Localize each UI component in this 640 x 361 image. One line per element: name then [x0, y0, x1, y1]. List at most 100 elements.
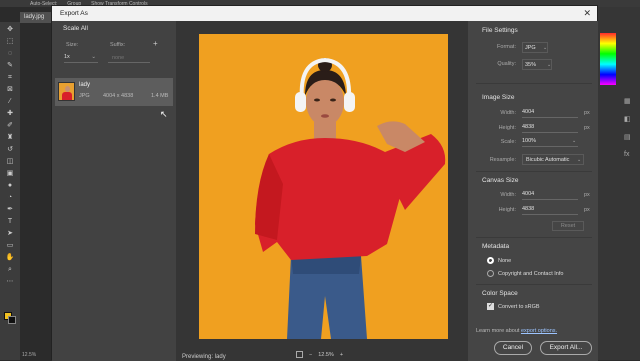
px-unit: px — [584, 207, 590, 213]
file-thumbnail — [58, 82, 75, 101]
size-value: 1x — [64, 54, 70, 60]
metadata-none-radio[interactable] — [487, 257, 494, 264]
tools-panel: ✥ ⬚ ◌ ✎ ⌗ ⊠ ⁄ ✚ ✐ ♜ ↺ ◫ ▣ ● ◔ ✒ T ➤ ▭ ✋ … — [0, 22, 20, 360]
learn-more-text: Learn more about export options. — [476, 328, 557, 334]
lasso-tool-icon[interactable]: ◌ — [5, 49, 16, 58]
panel-icon[interactable]: ▤ — [624, 133, 631, 141]
format-label: Format: — [497, 44, 516, 50]
image-width-input[interactable]: 4004 — [522, 109, 578, 118]
right-panels: ▦ ◧ ▤ fx — [598, 7, 640, 360]
chevron-down-icon: ⌄ — [91, 54, 96, 60]
chevron-down-icon: ⌄ — [547, 62, 552, 68]
chevron-down-icon: ⌄ — [577, 157, 582, 163]
preview-image — [199, 34, 448, 339]
preview-area: Previewing: lady − 12.5% + — [176, 21, 468, 361]
marquee-tool-icon[interactable]: ⬚ — [5, 37, 16, 46]
chevron-down-icon: ⌄ — [543, 45, 548, 51]
format-select[interactable]: JPG ⌄ — [522, 42, 548, 53]
file-name: lady — [79, 82, 91, 88]
px-unit: px — [584, 110, 590, 116]
file-settings-title: File Settings — [482, 27, 518, 34]
metadata-copyright-label: Copyright and Contact Info — [498, 271, 564, 277]
hand-tool-icon[interactable]: ✋ — [5, 253, 16, 262]
add-scale-icon[interactable]: + — [153, 39, 158, 48]
file-list-item[interactable]: lady JPG 4004 x 4838 1.4 MB — [55, 78, 173, 106]
quality-value: 35% — [525, 62, 537, 68]
color-space-title: Color Space — [482, 290, 518, 297]
cancel-button[interactable]: Cancel — [494, 341, 532, 355]
file-dimensions: 4004 x 4838 — [103, 93, 134, 99]
stamp-tool-icon[interactable]: ♜ — [5, 133, 16, 142]
scale-value: 100% — [522, 138, 537, 144]
export-all-button[interactable]: Export All... — [540, 341, 592, 355]
quick-select-tool-icon[interactable]: ✎ — [5, 61, 16, 70]
suffix-label: Suffix: — [110, 42, 126, 48]
px-unit: px — [584, 192, 590, 198]
zoom-out-icon[interactable]: − — [309, 352, 312, 358]
size-label: Size: — [66, 42, 79, 48]
panel-icon[interactable]: fx — [624, 151, 629, 158]
healing-tool-icon[interactable]: ✚ — [5, 109, 16, 118]
eyedropper-tool-icon[interactable]: ⁄ — [5, 97, 16, 106]
crop-tool-icon[interactable]: ⌗ — [5, 73, 16, 82]
settings-panel: File Settings Format: JPG ⌄ Quality: 35%… — [468, 21, 598, 361]
path-select-tool-icon[interactable]: ➤ — [5, 229, 16, 238]
panel-icon[interactable]: ▦ — [624, 97, 631, 105]
blur-tool-icon[interactable]: ● — [5, 181, 16, 190]
export-as-dialog: Export As ✕ Scale All Size: Suffix: + 1x… — [51, 5, 598, 361]
woman-photo — [199, 34, 448, 339]
type-tool-icon[interactable]: T — [5, 217, 16, 226]
export-options-link[interactable]: export options. — [521, 328, 557, 334]
format-value: JPG — [525, 45, 536, 51]
divider — [476, 284, 592, 285]
zoom-in-icon[interactable]: + — [340, 352, 343, 358]
image-size-title: Image Size — [482, 94, 515, 101]
dodge-tool-icon[interactable]: ◔ — [5, 193, 16, 202]
resample-select[interactable]: Bicubic Automatic ⌄ — [522, 154, 584, 165]
thumb-shirt — [62, 92, 72, 100]
gradient-tool-icon[interactable]: ▣ — [5, 169, 16, 178]
color-spectrum[interactable] — [600, 33, 616, 85]
close-icon[interactable]: ✕ — [583, 8, 591, 19]
learn-more-prefix: Learn more about — [476, 328, 520, 334]
brush-tool-icon[interactable]: ✐ — [5, 121, 16, 130]
quality-label: Quality: — [497, 61, 516, 67]
history-brush-icon[interactable]: ↺ — [5, 145, 16, 154]
width-label: Width: — [500, 192, 516, 198]
fit-to-screen-icon[interactable] — [296, 351, 303, 358]
width-label: Width: — [500, 110, 516, 116]
shape-tool-icon[interactable]: ▭ — [5, 241, 16, 250]
background-color-swatch[interactable] — [8, 316, 16, 324]
scale-all-label: Scale All — [63, 25, 88, 32]
panel-icon[interactable]: ◧ — [624, 115, 631, 123]
eraser-tool-icon[interactable]: ◫ — [5, 157, 16, 166]
file-format: JPG — [79, 93, 90, 99]
metadata-title: Metadata — [482, 243, 510, 250]
dialog-title: Export As — [52, 6, 597, 21]
resample-value: Bicubic Automatic — [526, 157, 570, 163]
divider — [476, 171, 592, 172]
suffix-input[interactable] — [108, 54, 150, 63]
move-tool-icon[interactable]: ✥ — [5, 25, 16, 34]
height-label: Height: — [498, 207, 516, 213]
canvas-height-input[interactable]: 4838 — [522, 206, 578, 215]
more-tools-icon[interactable]: ⋯ — [5, 277, 16, 286]
frame-tool-icon[interactable]: ⊠ — [5, 85, 16, 94]
reset-button[interactable]: Reset — [552, 221, 584, 231]
zoom-level[interactable]: 12.5% — [318, 352, 334, 358]
scale-label: Scale: — [500, 139, 516, 145]
convert-srgb-checkbox[interactable]: ✓ — [487, 303, 494, 310]
size-select[interactable]: 1x ⌄ — [64, 54, 98, 63]
quality-select[interactable]: 35% ⌄ — [522, 59, 552, 70]
convert-srgb-label: Convert to sRGB — [498, 304, 540, 310]
metadata-copyright-radio[interactable] — [487, 270, 494, 277]
divider — [476, 237, 592, 238]
assets-panel: Scale All Size: Suffix: + 1x ⌄ lady JPG … — [52, 21, 176, 361]
pen-tool-icon[interactable]: ✒ — [5, 205, 16, 214]
zoom-tool-icon[interactable]: ⌕ — [5, 265, 16, 274]
image-height-input[interactable]: 4838 — [522, 124, 578, 133]
canvas-width-input[interactable]: 4004 — [522, 191, 578, 200]
height-label: Height: — [498, 125, 516, 131]
scale-select[interactable]: 100% ⌄ — [522, 138, 578, 147]
resample-label: Resample: — [489, 157, 516, 163]
